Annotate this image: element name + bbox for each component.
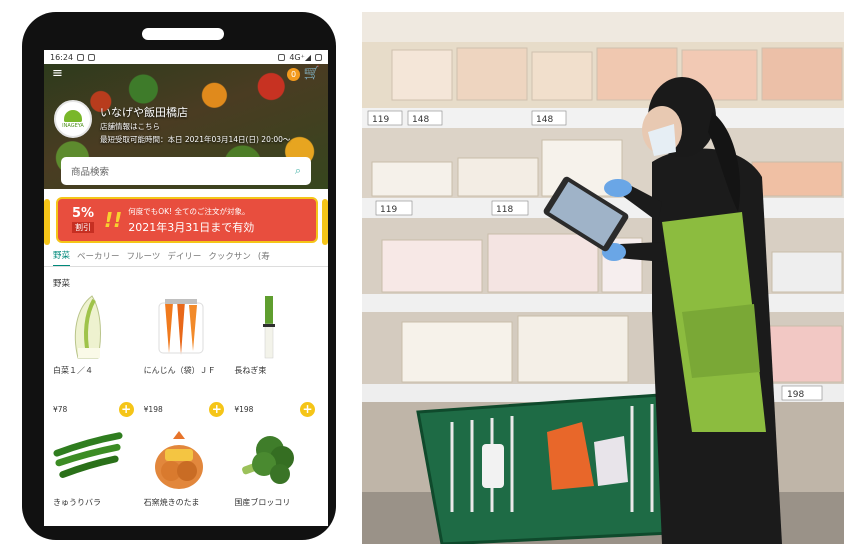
search-icon[interactable]: ⌕ — [295, 164, 301, 178]
product-price: ¥198 — [234, 405, 254, 414]
battery-icon — [315, 53, 322, 61]
tab-cooksun[interactable]: クックサン — [208, 246, 251, 266]
product-card[interactable]: 白菜１／４ ¥78 + — [53, 293, 138, 425]
add-to-cart-button[interactable]: + — [209, 402, 225, 417]
discount-label: 割引 — [72, 222, 94, 233]
section-title: 野菜 — [53, 279, 71, 289]
carousel-next-edge — [322, 199, 328, 245]
promo-line-1: 何度でもOK! 全てのご注文が対象。 — [128, 206, 250, 216]
store-info-link[interactable]: 店舗情報はこちら — [100, 121, 160, 132]
signal-indicator: 4G⁺◢ — [289, 52, 311, 62]
carrot-image — [144, 293, 214, 361]
product-name: 国産ブロッコリ — [234, 498, 291, 507]
discount-percent: 5% — [71, 206, 95, 221]
product-name: 石窯焼きのたま — [143, 498, 200, 507]
store-name: いなげや飯田橋店 — [100, 106, 188, 119]
shelf-price-tag: 148 — [536, 115, 553, 125]
app-screen: 16:24 4G⁺◢ ≡ 0 🛒 INAGEYA いなげや飯田橋店 店舗情報はこ… — [44, 50, 328, 526]
search-placeholder: 商品検索 — [71, 167, 110, 178]
status-bar: 16:24 4G⁺◢ — [44, 50, 328, 64]
alarm-icon — [278, 53, 286, 61]
category-tabs: 野菜 ベーカリー フルーツ デイリー クックサン (寿 — [44, 245, 328, 267]
add-to-cart-button[interactable]: + — [118, 402, 134, 417]
cabbage-image — [53, 293, 123, 361]
tab-vegetables[interactable]: 野菜 — [53, 245, 71, 266]
photo-illustration: 119 148 148 119 118 198 — [362, 12, 844, 544]
cart-icon[interactable]: 🛒 — [304, 66, 320, 81]
tab-sushi[interactable]: (寿 — [258, 246, 270, 266]
product-card[interactable]: 石窯焼きのたま — [144, 425, 229, 526]
composite-image: 16:24 4G⁺◢ ≡ 0 🛒 INAGEYA いなげや飯田橋店 店舗情報はこ… — [0, 0, 849, 549]
carousel-prev-edge — [44, 199, 50, 245]
product-name: 白菜１／４ — [53, 366, 93, 375]
leaf-icon — [64, 109, 82, 122]
product-name: 長ねぎ束 — [234, 366, 267, 375]
add-to-cart-button[interactable]: + — [299, 402, 315, 417]
tab-fruits[interactable]: フルーツ — [127, 246, 161, 266]
cucumber-image — [53, 425, 123, 493]
broccoli-image — [234, 425, 304, 493]
search-input[interactable]: 商品検索 ⌕ — [61, 157, 311, 185]
product-name: にんじん（袋）ＪＦ — [143, 366, 216, 375]
tab-daily[interactable]: デイリー — [167, 246, 201, 266]
shelf-price-tag: 119 — [372, 115, 389, 125]
shelf-price-tag: 118 — [496, 205, 513, 215]
store-header: ≡ 0 🛒 INAGEYA いなげや飯田橋店 店舗情報はこちら 最短受取可能時間… — [44, 64, 328, 189]
product-grid: 白菜１／４ ¥78 + にんじん（袋）ＪＦ ¥198 + 長ねぎ束 ¥198 +… — [44, 293, 328, 526]
product-price: ¥198 — [143, 405, 163, 414]
promo-line-2: 2021年3月31日まで有効 — [128, 220, 255, 234]
product-card[interactable]: 長ねぎ束 ¥198 + — [234, 293, 319, 425]
product-name: きゅうりバラ — [53, 498, 101, 507]
store-logo: INAGEYA — [54, 100, 92, 138]
store-photo: 119 148 148 119 118 198 — [362, 12, 844, 544]
shelf-price-tag: 119 — [380, 205, 397, 215]
message-icon — [88, 53, 96, 61]
hamburger-menu-icon[interactable]: ≡ — [52, 67, 63, 80]
logo-text: INAGEYA — [62, 122, 84, 129]
egg-packs-row — [391, 47, 843, 101]
tab-bakery[interactable]: ベーカリー — [77, 246, 120, 266]
product-card[interactable]: にんじん（袋）ＪＦ ¥198 + — [144, 293, 229, 425]
status-time: 16:24 — [50, 52, 74, 62]
promo-banner[interactable]: 5% 割引 !! 何度でもOK! 全てのご注文が対象。 2021年3月31日まで… — [56, 197, 318, 243]
exclamation-icon: !! — [104, 208, 123, 232]
product-card[interactable]: きゅうりバラ — [53, 425, 138, 526]
leek-image — [234, 293, 304, 361]
smartphone-frame: 16:24 4G⁺◢ ≡ 0 🛒 INAGEYA いなげや飯田橋店 店舗情報はこ… — [22, 12, 336, 540]
discount-tag: 5% 割引 — [64, 203, 102, 237]
cart-count-badge: 0 — [287, 68, 300, 81]
shelf-price-tag: 148 — [412, 115, 429, 125]
product-card[interactable]: 国産ブロッコリ — [234, 425, 319, 526]
notification-icon — [77, 53, 85, 61]
onion-bag-image — [144, 425, 214, 493]
product-price: ¥78 — [53, 405, 68, 414]
promo-carousel[interactable]: 5% 割引 !! 何度でもOK! 全てのご注文が対象。 2021年3月31日まで… — [44, 189, 328, 245]
phone-speaker — [142, 28, 224, 40]
pickup-time-label: 最短受取可能時間：本日 2021年03月14日(日) 20:00～ — [100, 135, 291, 144]
shelf-price-tag: 198 — [787, 390, 804, 400]
